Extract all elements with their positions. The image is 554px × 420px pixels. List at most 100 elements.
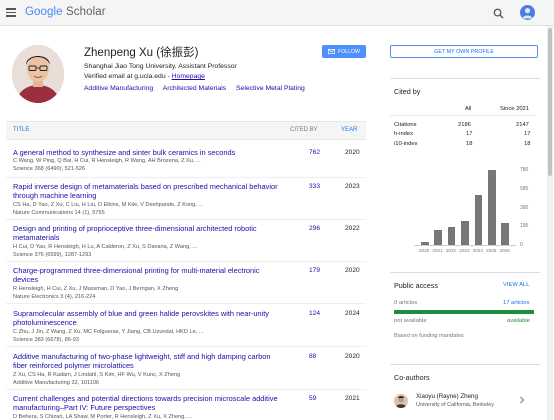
interest-link[interactable]: Additive Manufacturing [84, 85, 153, 92]
top-app-bar: Google Scholar [0, 0, 554, 26]
public-access-progress-fill [394, 310, 534, 314]
chevron-right-icon[interactable] [518, 396, 526, 404]
chart-baseline [414, 245, 516, 246]
article-title-link[interactable]: Rapid inverse design of metamaterials ba… [13, 182, 283, 201]
column-cited-by-sort[interactable]: CITED BY [290, 127, 318, 133]
article-venue: Additive Manufacturing 32, 101106 [13, 380, 100, 386]
chart-x-tick-label: 2021 [432, 248, 443, 253]
stat-label: i10-index [394, 141, 418, 147]
envelope-icon [328, 49, 336, 54]
article-cited-by-link[interactable]: 333 [309, 183, 320, 190]
article-title-link[interactable]: Charge-programmed three-dimensional prin… [13, 266, 283, 285]
account-avatar[interactable] [520, 5, 535, 20]
available-count[interactable]: 17 articles [503, 300, 529, 306]
article-authors: CS Ha, D Yao, Z Xu, C Liu, H Liu, D Elki… [13, 202, 204, 208]
not-available-count[interactable]: 0 articles [394, 300, 417, 306]
stat-since: 18 [524, 141, 531, 147]
chart-y-tick-label: 585 [520, 185, 529, 192]
not-available-label: not available [394, 318, 427, 324]
article-authors: C Zhu, J Jin, Z Wang, Z Xu, MC Folgueras… [13, 329, 204, 335]
stats-divider [390, 115, 536, 116]
profile-affiliation: Shanghai Jiao Tong University, Assistant… [84, 63, 237, 70]
stat-label: h-index [394, 131, 414, 137]
article-row: Additive manufacturing of two-phase ligh… [6, 352, 366, 390]
account-person-icon [522, 8, 533, 19]
stat-since: 2147 [516, 122, 529, 128]
article-cited-by-link[interactable]: 124 [309, 310, 320, 317]
stat-since: 17 [524, 131, 531, 137]
article-row: A general method to synthesize and sinte… [6, 148, 366, 178]
google-scholar-logo[interactable]: Google Scholar [25, 6, 106, 18]
public-access-title: Public access [394, 281, 438, 290]
article-cited-by-link[interactable]: 762 [309, 149, 320, 156]
funding-mandates-note: Based on funding mandates [394, 333, 464, 339]
chart-bar[interactable] [501, 222, 510, 245]
article-authors: R Hensleigh, H Cui, Z Xu, J Massman, D Y… [13, 286, 179, 292]
page-scrollbar[interactable] [547, 26, 553, 420]
col-all-header: All [465, 106, 472, 112]
articles-table-header: TITLE CITED BY YEAR [6, 121, 366, 140]
chart-x-tick-label: 2026 [499, 248, 510, 253]
follow-label: FOLLOW [338, 48, 360, 55]
stat-label: Citations [394, 122, 417, 128]
article-cited-by-link[interactable]: 59 [309, 395, 316, 402]
chart-bar[interactable] [461, 221, 469, 245]
interest-link[interactable]: Selective Metal Plating [236, 85, 305, 92]
article-year: 2022 [345, 225, 360, 232]
article-year: 2020 [345, 149, 360, 156]
article-title-link[interactable]: Additive manufacturing of two-phase ligh… [13, 352, 283, 371]
get-my-own-profile-button[interactable]: GET MY OWN PROFILE [390, 45, 538, 58]
verified-email: Verified email at g.ucla.edu - Homepage [84, 73, 205, 80]
research-interests: Additive Manufacturing Architected Mater… [84, 85, 313, 92]
chart-bar[interactable] [487, 170, 496, 245]
coauthor-name[interactable]: Xiaoyu (Rayne) Zheng [416, 393, 478, 400]
coauthor-item[interactable]: Xiaoyu (Rayne) Zheng University of Calif… [394, 392, 534, 412]
chart-x-tick-label: 2025 [486, 248, 497, 253]
article-title-link[interactable]: Design and printing of proprioceptive th… [13, 224, 283, 243]
article-venue: Science 376 (6599), 1287-1293 [13, 252, 92, 258]
article-year: 2024 [345, 310, 360, 317]
article-venue: Science 368 (6490), 521-526 [13, 166, 86, 172]
logo-scholar: Scholar [65, 6, 106, 18]
chart-bar[interactable] [447, 226, 456, 245]
article-title-link[interactable]: A general method to synthesize and sinte… [13, 148, 283, 157]
chart-bar[interactable] [434, 230, 443, 245]
article-cited-by-link[interactable]: 179 [309, 267, 320, 274]
article-title-link[interactable]: Current challenges and potential directi… [13, 394, 283, 413]
scrollbar-thumb[interactable] [548, 28, 552, 176]
stat-all: 18 [466, 141, 473, 147]
available-label: available [507, 318, 530, 324]
article-row: Charge-programmed three-dimensional prin… [6, 266, 366, 304]
column-title-sort[interactable]: TITLE [13, 127, 29, 133]
article-row: Supramolecular assembly of blue and gree… [6, 309, 366, 347]
profile-photo [12, 45, 64, 103]
article-venue: Nature Communications 14 (1), 5765 [13, 210, 105, 216]
hamburger-menu-icon[interactable] [6, 8, 16, 17]
article-cited-by-link[interactable]: 88 [309, 353, 316, 360]
public-access-progress-bar [394, 310, 534, 314]
article-authors: C Wang, W Ping, Q Bai, H Cui, R Hensleig… [13, 158, 201, 164]
chart-bar[interactable] [474, 195, 483, 245]
column-year-sort[interactable]: YEAR [341, 127, 357, 133]
search-icon[interactable] [493, 8, 504, 19]
chart-y-tick-label: 195 [520, 223, 529, 230]
homepage-link[interactable]: Homepage [172, 73, 205, 80]
article-year: 2021 [345, 395, 360, 402]
view-all-link[interactable]: VIEW ALL [503, 282, 529, 288]
article-row: Current challenges and potential directi… [6, 394, 366, 420]
article-cited-by-link[interactable]: 296 [309, 225, 320, 232]
article-authors: Z Xu, CS Ha, R Kadam, J Lindahl, S Kim, … [13, 372, 181, 378]
coauthors-title: Co-authors [394, 373, 430, 382]
coauthor-affiliation: University of California, Berkeley [416, 402, 494, 408]
col-since-header: Since 2021 [500, 106, 530, 112]
cited-by-title: Cited by [394, 87, 421, 96]
citations-bar-chart: 2020 2021 2022 2023 2024 2025 2026 780 585 390 195… [390, 160, 540, 260]
chart-x-tick-label: 2020 [419, 248, 430, 253]
interest-link[interactable]: Architected Materials [163, 85, 226, 92]
article-row: Rapid inverse design of metamaterials ba… [6, 182, 366, 220]
article-title-link[interactable]: Supramolecular assembly of blue and gree… [13, 309, 283, 328]
article-year: 2020 [345, 353, 360, 360]
follow-button[interactable]: FOLLOW [322, 45, 366, 58]
article-venue: Nature Electronics 3 (4), 216-224 [13, 294, 96, 300]
stat-all: 2186 [458, 122, 471, 128]
